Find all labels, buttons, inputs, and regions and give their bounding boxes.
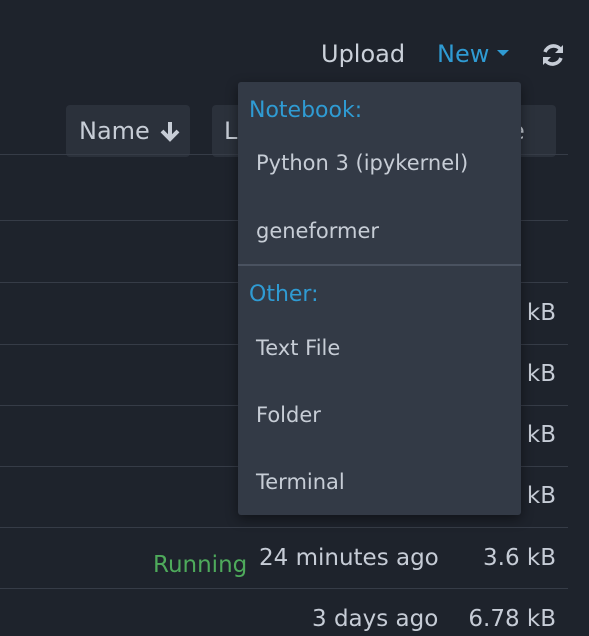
menu-item-python3-kernel[interactable]: Python 3 (ipykernel) [256, 148, 468, 178]
new-dropdown-button[interactable]: New [437, 38, 510, 70]
file-size: kB [526, 361, 556, 387]
file-size: kB [526, 300, 556, 326]
name-column-label: Name [79, 117, 150, 145]
last-modified: 24 minutes ago [259, 545, 439, 571]
menu-divider [238, 264, 521, 266]
arrow-down-icon [160, 122, 180, 142]
refresh-icon[interactable] [540, 42, 566, 68]
row-divider [0, 588, 568, 589]
file-size: kB [526, 483, 556, 509]
new-dropdown-menu: Notebook: Python 3 (ipykernel) geneforme… [238, 82, 521, 515]
menu-item-geneformer-kernel[interactable]: geneformer [256, 216, 379, 246]
sort-by-name-button[interactable]: Name [66, 105, 190, 157]
other-section-header: Other: [249, 282, 319, 307]
new-button-label: New [437, 40, 490, 68]
row-divider [0, 527, 568, 528]
upload-button[interactable]: Upload [321, 38, 405, 70]
caret-down-icon [497, 50, 510, 56]
file-size: 3.6 kB [483, 545, 556, 571]
menu-item-text-file[interactable]: Text File [256, 333, 340, 363]
last-modified: 3 days ago [312, 606, 439, 632]
menu-item-folder[interactable]: Folder [256, 400, 321, 430]
notebook-section-header: Notebook: [249, 98, 363, 123]
running-status: Running [153, 552, 248, 578]
menu-item-terminal[interactable]: Terminal [256, 467, 345, 497]
file-size: 6.78 kB [468, 606, 556, 632]
